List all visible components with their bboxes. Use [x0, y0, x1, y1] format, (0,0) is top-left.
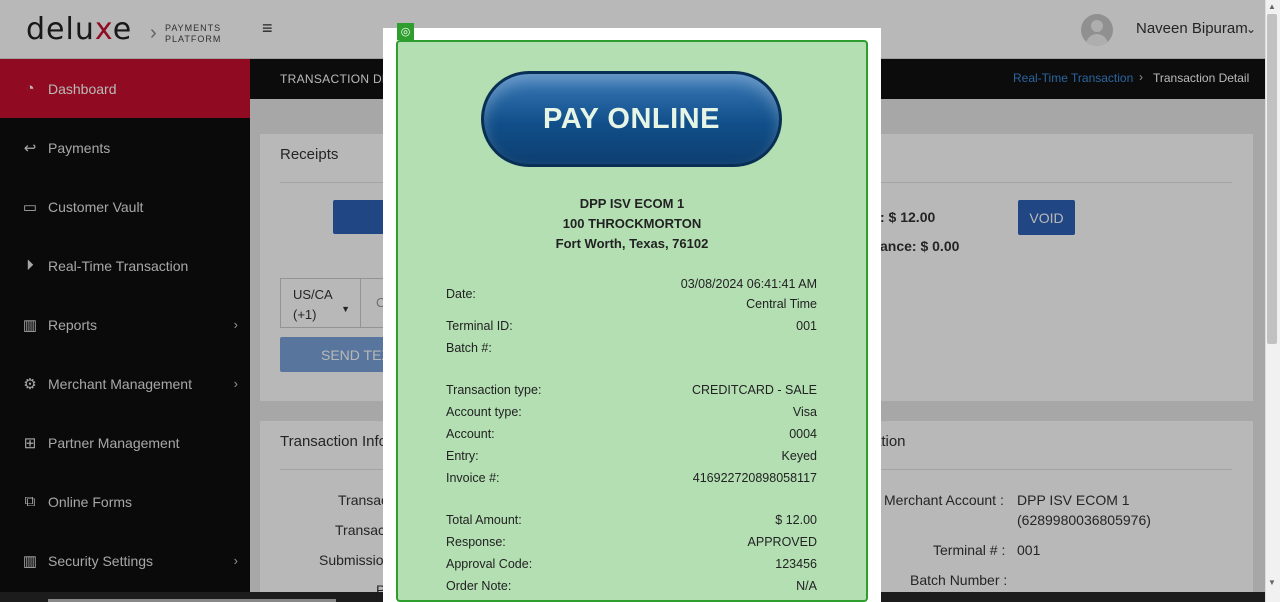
receipt-label: Transaction type:	[446, 383, 542, 397]
receipt-value: CREDITCARD - SALE	[691, 383, 817, 397]
target-icon[interactable]: ◎	[397, 23, 414, 40]
receipt-value: 416922720898058117	[692, 471, 817, 485]
receipt-value: 001	[796, 319, 817, 333]
merchant-address-line1: 100 THROCKMORTON	[562, 216, 702, 231]
merchant-address-line2: Fort Worth, Texas, 76102	[555, 236, 709, 251]
receipt-value: 0004	[789, 427, 817, 441]
receipt-label: Account:	[446, 427, 495, 441]
merchant-name: DPP ISV ECOM 1	[579, 196, 685, 211]
receipt-label: Batch #:	[446, 341, 492, 355]
receipt-label: Invoice #:	[446, 471, 500, 485]
pay-online-label: PAY ONLINE	[543, 102, 720, 135]
receipt-value: Visa	[792, 405, 817, 419]
receipt-label: Response:	[446, 535, 506, 549]
receipt-value: APPROVED	[747, 535, 817, 549]
receipt-label: Approval Code:	[446, 557, 533, 571]
receipt-label: Entry:	[446, 449, 479, 463]
receipt-value: 03/08/2024 06:41:41 AM	[680, 277, 817, 291]
scroll-up-icon[interactable]: ▲	[1268, 2, 1276, 11]
scroll-down-icon[interactable]: ▼	[1268, 578, 1276, 587]
receipt-value: Central Time	[746, 297, 817, 311]
receipt-value: 123456	[775, 557, 817, 571]
receipt-value: N/A	[796, 579, 817, 593]
receipt-label: Terminal ID:	[446, 319, 513, 333]
receipt-label: Order Note:	[446, 579, 512, 593]
receipt-label: Date:	[446, 287, 476, 301]
receipt-value: Keyed	[781, 449, 817, 463]
receipt-value: $ 12.00	[775, 513, 817, 527]
pay-online-button[interactable]: PAY ONLINE	[481, 71, 782, 167]
receipt-label: Account type:	[446, 405, 522, 419]
scrollbar-thumb[interactable]	[1267, 14, 1277, 344]
receipt-label: Total Amount:	[446, 513, 522, 527]
